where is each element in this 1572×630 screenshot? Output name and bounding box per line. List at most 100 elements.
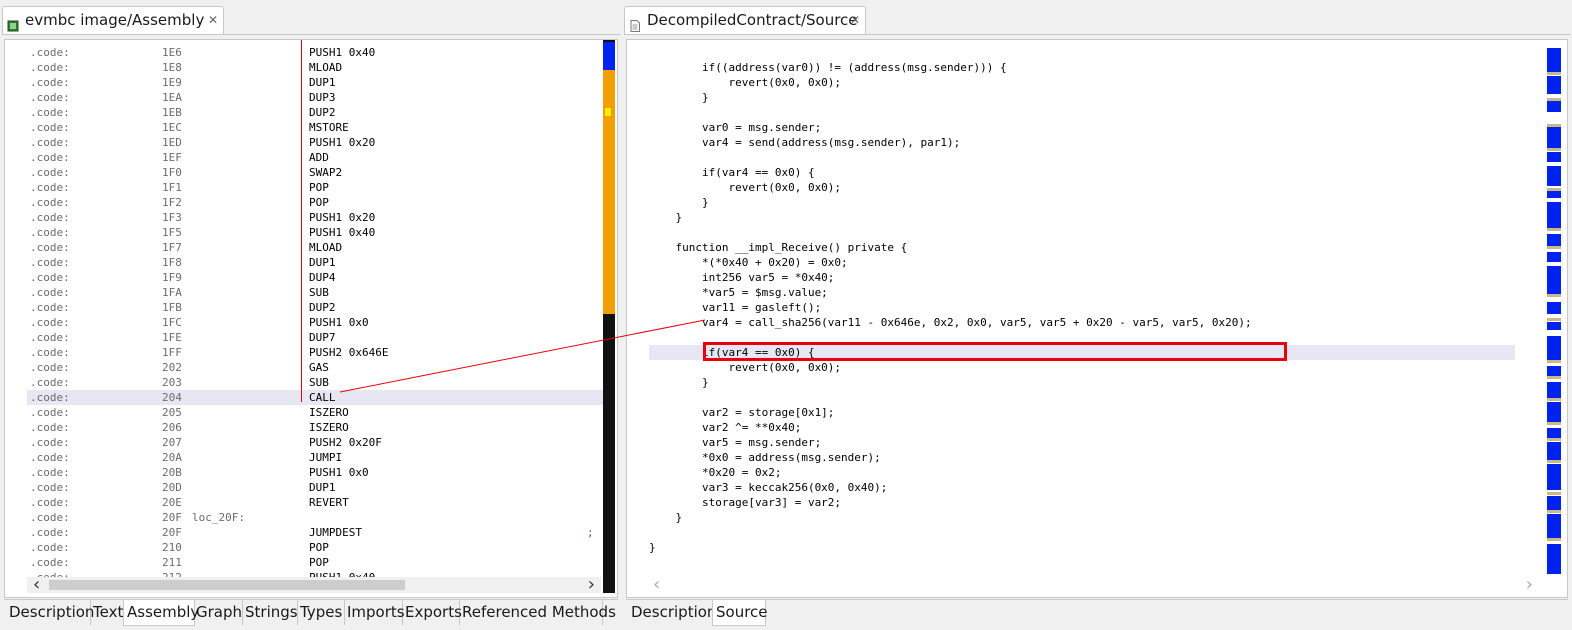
- assembly-overview-ruler[interactable]: [603, 40, 615, 593]
- left-tab-text[interactable]: Text: [90, 600, 124, 625]
- assembly-row[interactable]: .code: 1FC PUSH1 0x0: [27, 315, 605, 330]
- assembly-row[interactable]: .code: 205 ISZERO: [27, 405, 605, 420]
- assembly-row[interactable]: .code: 1FB DUP2: [27, 300, 605, 315]
- source-line[interactable]: *0x0 = address(msg.sender);: [649, 450, 881, 465]
- assembly-row[interactable]: .code: 210 POP: [27, 540, 605, 555]
- source-line[interactable]: var4 = send(address(msg.sender), par1);: [649, 135, 960, 150]
- assembly-row[interactable]: .code: 204 CALL: [27, 390, 605, 405]
- left-tab-strings[interactable]: Strings: [242, 600, 298, 625]
- source-line[interactable]: int256 var5 = *0x40;: [649, 270, 834, 285]
- row-address: 206: [162, 421, 182, 434]
- row-instruction: SUB: [309, 376, 329, 389]
- source-line[interactable]: if((address(var0)) != (address(msg.sende…: [649, 60, 1007, 75]
- scroll-right-icon[interactable]: ›: [588, 574, 595, 595]
- source-line[interactable]: if(var4 == 0x0) {: [649, 165, 815, 180]
- left-tab-assembly[interactable]: Assembly: [123, 600, 199, 626]
- assembly-editor-tab[interactable]: evmbc image/Assembly ✕: [2, 6, 224, 34]
- right-tab-source[interactable]: Source: [712, 600, 768, 626]
- source-overview-ruler[interactable]: [1545, 40, 1565, 593]
- assembly-row[interactable]: .code: 20F JUMPDEST;: [27, 525, 605, 540]
- assembly-row[interactable]: .code: 211 POP: [27, 555, 605, 570]
- assembly-view[interactable]: .code: 1E6 PUSH1 0x40 .code: 1E8 MLOAD .code: 1…: [4, 39, 618, 598]
- assembly-row[interactable]: .code: 206 ISZERO: [27, 420, 605, 435]
- row-instruction: CALL: [309, 391, 336, 404]
- source-line[interactable]: revert(0x0, 0x0);: [649, 180, 841, 195]
- left-tab-types[interactable]: Types: [297, 600, 345, 625]
- source-line[interactable]: }: [649, 510, 682, 525]
- scroll-left-icon[interactable]: ‹: [33, 574, 40, 595]
- assembly-row[interactable]: .code: 1F8 DUP1: [27, 255, 605, 270]
- assembly-row[interactable]: .code: 1FA SUB: [27, 285, 605, 300]
- left-tab-imports[interactable]: Imports: [344, 600, 405, 625]
- assembly-row[interactable]: .code: 1F0 SWAP2: [27, 165, 605, 180]
- source-line[interactable]: var2 ^= **0x40;: [649, 420, 801, 435]
- assembly-row[interactable]: .code: 202 GAS: [27, 360, 605, 375]
- assembly-row[interactable]: .code: 20D DUP1: [27, 480, 605, 495]
- assembly-row[interactable]: .code: 1F5 PUSH1 0x40: [27, 225, 605, 240]
- ruler-gap: [1547, 438, 1561, 441]
- assembly-row[interactable]: .code: 1F7 MLOAD: [27, 240, 605, 255]
- source-line[interactable]: var0 = msg.sender;: [649, 120, 821, 135]
- source-line[interactable]: *(*0x40 + 0x20) = 0x0;: [649, 255, 848, 270]
- assembly-row[interactable]: .code: 207 PUSH2 0x20F: [27, 435, 605, 450]
- source-line[interactable]: var2 = storage[0x1];: [649, 405, 834, 420]
- assembly-row[interactable]: .code: 1EF ADD: [27, 150, 605, 165]
- source-line[interactable]: var5 = msg.sender;: [649, 435, 821, 450]
- source-line[interactable]: }: [649, 195, 709, 210]
- assembly-row[interactable]: .code: 1EA DUP3: [27, 90, 605, 105]
- close-icon[interactable]: ✕: [850, 7, 860, 34]
- source-line[interactable]: function __impl_Receive() private {: [649, 240, 907, 255]
- assembly-row[interactable]: .code: 1EB DUP2: [27, 105, 605, 120]
- source-line[interactable]: revert(0x0, 0x0);: [649, 75, 841, 90]
- assembly-row[interactable]: .code: 1ED PUSH1 0x20: [27, 135, 605, 150]
- assembly-row[interactable]: .code: 1FE DUP7: [27, 330, 605, 345]
- assembly-horizontal-scrollbar[interactable]: ‹ ›: [27, 574, 601, 595]
- source-line[interactable]: revert(0x0, 0x0);: [649, 360, 841, 375]
- left-tab-referenced-methods[interactable]: Referenced Methods: [459, 600, 616, 625]
- assembly-row[interactable]: .code: 203 SUB: [27, 375, 605, 390]
- row-address: 1EA: [162, 91, 182, 104]
- source-line[interactable]: var4 = call_sha256(var11 - 0x646e, 0x2, …: [649, 315, 1252, 330]
- assembly-row[interactable]: .code: 1E8 MLOAD: [27, 60, 605, 75]
- row-instruction: PUSH1 0x40: [309, 46, 376, 59]
- assembly-row[interactable]: .code: 20F loc_20F:: [27, 510, 605, 525]
- assembly-row[interactable]: .code: 1E6 PUSH1 0x40: [27, 45, 605, 60]
- row-address: 202: [162, 361, 182, 374]
- source-line[interactable]: *var5 = $msg.value;: [649, 285, 828, 300]
- assembly-row[interactable]: .code: 1F2 POP: [27, 195, 605, 210]
- left-tab-exports[interactable]: Exports: [402, 600, 462, 625]
- overview-marker-orange: [603, 70, 615, 314]
- scrollbar-thumb[interactable]: [49, 580, 405, 590]
- source-line[interactable]: }: [649, 90, 709, 105]
- row-section: .code:: [30, 151, 70, 164]
- close-icon[interactable]: ✕: [208, 7, 218, 34]
- source-editor-tab[interactable]: DecompiledContract/Source ✕: [624, 6, 866, 34]
- row-address: 1F2: [162, 196, 182, 209]
- assembly-row[interactable]: .code: 20E REVERT: [27, 495, 605, 510]
- source-line[interactable]: *0x20 = 0x2;: [649, 465, 781, 480]
- assembly-row[interactable]: .code: 1F3 PUSH1 0x20: [27, 210, 605, 225]
- source-line[interactable]: }: [649, 210, 682, 225]
- source-line[interactable]: var3 = keccak256(0x0, 0x40);: [649, 480, 887, 495]
- assembly-row[interactable]: .code: 1FF PUSH2 0x646E: [27, 345, 605, 360]
- assembly-row[interactable]: .code: 1E9 DUP1: [27, 75, 605, 90]
- row-address: 1E8: [162, 61, 182, 74]
- source-line[interactable]: storage[var3] = var2;: [649, 495, 841, 510]
- scroll-right-icon[interactable]: ›: [1526, 574, 1533, 595]
- document-icon: [629, 14, 641, 32]
- left-tab-graph[interactable]: Graph: [193, 600, 243, 625]
- source-line[interactable]: var11 = gasleft();: [649, 300, 821, 315]
- scroll-left-icon[interactable]: ‹: [653, 574, 660, 595]
- assembly-row[interactable]: .code: 20B PUSH1 0x0: [27, 465, 605, 480]
- assembly-row[interactable]: .code: 1F1 POP: [27, 180, 605, 195]
- source-horizontal-scrollbar[interactable]: ‹ ›: [649, 574, 1539, 595]
- left-tab-description[interactable]: Description: [6, 600, 94, 625]
- source-line[interactable]: }: [649, 540, 656, 555]
- source-line[interactable]: }: [649, 375, 709, 390]
- assembly-row[interactable]: .code: 20A JUMPI: [27, 450, 605, 465]
- source-view[interactable]: if((address(var0)) != (address(msg.sende…: [626, 39, 1568, 598]
- row-instruction: DUP1: [309, 256, 336, 269]
- right-tab-description[interactable]: Description: [628, 600, 716, 625]
- assembly-row[interactable]: .code: 1F9 DUP4: [27, 270, 605, 285]
- assembly-row[interactable]: .code: 1EC MSTORE: [27, 120, 605, 135]
